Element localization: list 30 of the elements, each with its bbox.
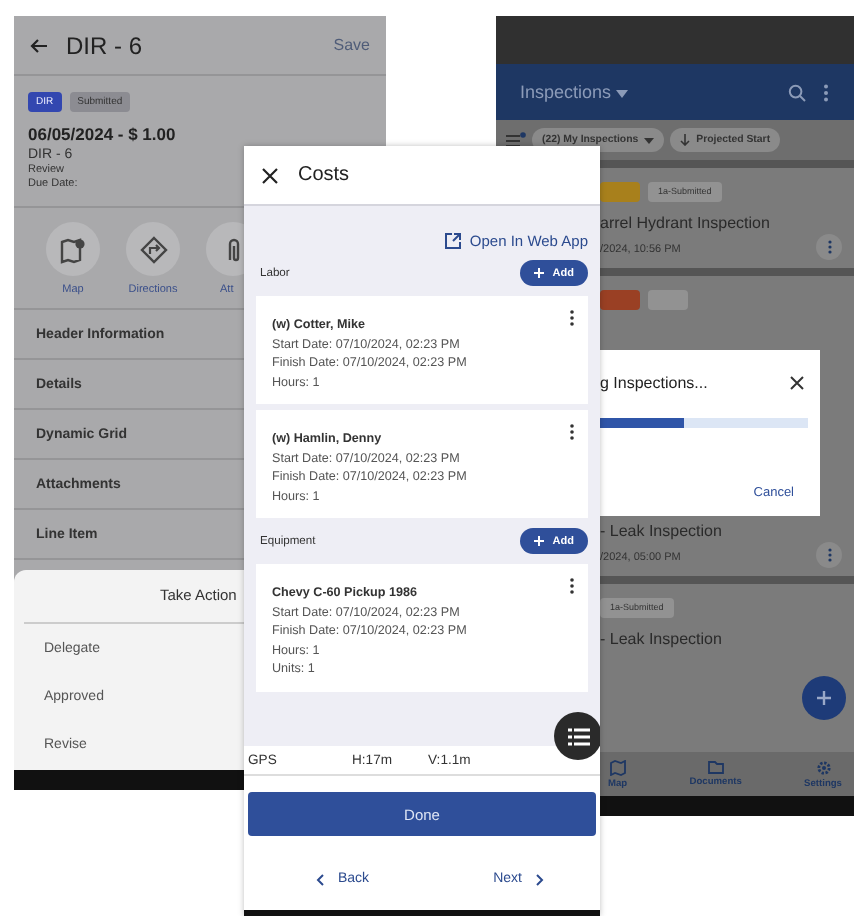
external-link-icon [443,232,462,250]
caret-icon [616,90,629,98]
close-icon[interactable] [790,376,804,390]
map-icon [609,759,626,775]
screen-title: Costs [298,164,350,186]
caret-icon [644,137,655,143]
list-menu-button[interactable] [554,712,600,760]
plus-icon [816,690,832,706]
arrow-down-icon [680,134,691,146]
inspection-title: arrel Hydrant Inspection [600,214,772,232]
dialog-title: g Inspections... [600,374,708,392]
plus-icon [534,536,545,546]
back-arrow-icon[interactable] [30,37,48,53]
chevron-right-icon [536,873,544,885]
settings-icon [815,759,832,775]
map-pin-icon [59,235,87,263]
more-menu-icon[interactable] [818,83,834,101]
save-button[interactable]: Save [333,36,370,54]
close-icon[interactable] [262,167,278,183]
chevron-left-icon [316,873,324,885]
screen-title: DIR - 6 [66,31,145,59]
date-amount-heading: 06/05/2024 - $ 1.00 [28,124,176,144]
list-icon [567,727,589,745]
inspection-title: - Leak Inspection [600,522,724,540]
search-icon[interactable] [788,83,806,101]
plus-icon [534,268,545,278]
directions-icon [139,235,167,263]
inspection-title: - Leak Inspection [600,630,724,648]
filter-icon[interactable] [506,132,526,148]
folder-icon [707,760,724,774]
